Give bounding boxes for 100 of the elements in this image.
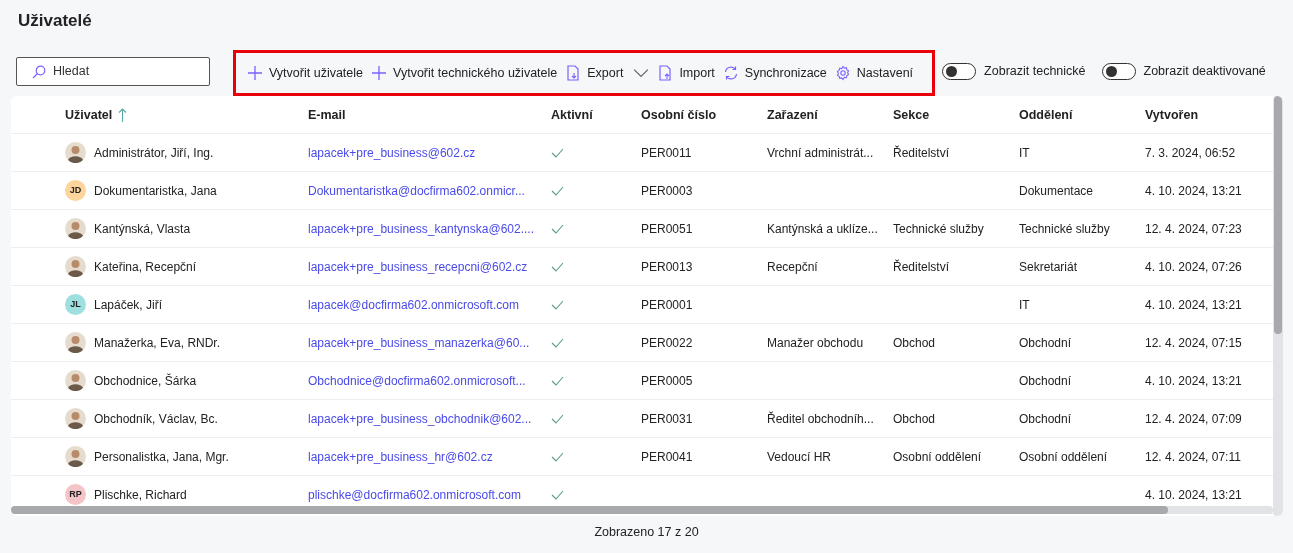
table-cell-text: Ředitelství (893, 145, 951, 160)
gear-icon (834, 65, 851, 81)
avatar-initials: JL (65, 294, 86, 315)
table-cell-text: 12. 4. 2024, 07:23 (1145, 221, 1243, 236)
table-cell-text: 4. 10. 2024, 13:21 (1145, 487, 1243, 502)
toggle-label: Zobrazit technické (984, 64, 1086, 78)
table-cell-text: PER0013 (641, 259, 694, 274)
table-cell-text: PER0031 (641, 411, 694, 426)
email-link[interactable]: lapacek+pre_business_hr@602.cz (308, 449, 551, 464)
avatar-icon (65, 218, 86, 239)
avatar-icon (65, 256, 86, 277)
column-header[interactable]: Oddělení (1019, 107, 1073, 122)
toolbar-button[interactable]: Nastavení (831, 65, 917, 81)
email-link[interactable]: lapacek@docfirma602.onmicrosoft.com (308, 297, 551, 312)
document-download-icon (565, 65, 582, 81)
avatar-icon (65, 332, 86, 353)
column-header[interactable]: Uživatel (65, 107, 113, 122)
user-name: Personalistka, Jana, Mgr. (94, 449, 230, 464)
toolbar-button[interactable]: Import (654, 65, 718, 81)
column-header[interactable]: Aktivní (551, 107, 593, 122)
toolbar-button[interactable]: Vytvořit uživatele (244, 65, 367, 81)
table-cell-text: Obchodní (1019, 411, 1073, 426)
table-cell-text: 4. 10. 2024, 07:26 (1145, 259, 1243, 274)
column-header[interactable]: Sekce (893, 107, 930, 122)
table-cell-text: Technické služby (1019, 221, 1111, 236)
email-link[interactable]: Obchodnice@docfirma602.onmicrosoft... (308, 373, 551, 388)
table-cell-text: Obchodní (1019, 373, 1073, 388)
avatar-icon (65, 408, 86, 429)
table-cell-text: Obchod (893, 411, 937, 426)
vertical-scrollbar[interactable] (1273, 96, 1283, 516)
table-cell-text: Ředitelství (893, 259, 951, 274)
search-icon (32, 64, 46, 79)
table-cell-text: 7. 3. 2024, 06:52 (1145, 145, 1237, 160)
table-cell-text: PER0041 (641, 449, 694, 464)
toggle-label: Zobrazit deaktivované (1143, 64, 1266, 78)
toolbar-button[interactable]: Export (562, 65, 653, 81)
table-cell-text: Obchod (893, 335, 937, 350)
document-upload-icon (657, 65, 674, 81)
table-cell-text: PER0003 (641, 183, 694, 198)
table-cell-text: PER0005 (641, 373, 694, 388)
user-name: Kateřina, Recepční (94, 259, 198, 274)
table-cell-text: Obchodní (1019, 335, 1073, 350)
table-cell-text: Osobní oddělení (1019, 449, 1109, 464)
user-name: Obchodnice, Šárka (94, 373, 198, 388)
plus-icon (247, 65, 263, 81)
table-cell-text: Dokumentace (1019, 183, 1095, 198)
horizontal-scrollbar[interactable] (11, 506, 1273, 514)
avatar-icon (65, 142, 86, 163)
table-cell-text: PER0051 (641, 221, 694, 236)
table-cell-text: Recepční (767, 259, 819, 274)
table-cell-text: PER0022 (641, 335, 694, 350)
avatar-icon (65, 446, 86, 467)
table-cell-text: Vrchní administrát... (767, 145, 875, 160)
column-header[interactable]: E-mail (308, 107, 346, 122)
table-cell-text: Technické služby (893, 221, 985, 236)
email-link[interactable]: lapacek+pre_business_recepcni@602.cz (308, 259, 551, 274)
column-header[interactable]: Vytvořen (1145, 107, 1199, 122)
plus-icon (371, 65, 388, 81)
user-name: Lapáček, Jiří (94, 297, 164, 312)
column-header[interactable]: Zařazení (767, 107, 818, 122)
table-cell-text: Osobní oddělení (893, 449, 983, 464)
table-cell-text: Manažer obchodu (767, 335, 865, 350)
user-name: Plischke, Richard (94, 487, 188, 502)
sync-icon (722, 65, 739, 81)
avatar-initials: RP (65, 484, 86, 505)
table-cell-text: 12. 4. 2024, 07:11 (1145, 449, 1242, 464)
table-cell-text: PER0011 (641, 145, 693, 160)
page-title: Uživatelé (17, 10, 93, 32)
user-name: Manažerka, Eva, RNDr. (94, 335, 222, 350)
table-cell-text: Kantýnská a uklíze... (767, 221, 879, 236)
table-cell-text: Sekretariát (1019, 259, 1079, 274)
table-cell-text: 12. 4. 2024, 07:09 (1145, 411, 1243, 426)
table-cell-text: Ředitel obchodníh... (767, 411, 875, 426)
toolbar-button[interactable]: Vytvořit technického uživatele (368, 65, 561, 81)
user-name: Dokumentaristka, Jana (94, 183, 218, 198)
table-cell-text: PER0001 (641, 297, 694, 312)
toggle-switch[interactable] (1101, 62, 1136, 80)
email-link[interactable]: Dokumentaristka@docfirma602.onmicr... (308, 183, 551, 198)
table-cell-text: 4. 10. 2024, 13:21 (1145, 183, 1243, 198)
avatar-icon (65, 370, 86, 391)
column-header[interactable]: Osobní číslo (641, 107, 716, 122)
email-link[interactable]: lapacek+pre_business_manazerka@60... (308, 335, 551, 350)
table-cell-text: IT (1019, 297, 1031, 312)
record-count: Zobrazeno 17 z 20 (593, 525, 700, 539)
table-cell-text: Vedoucí HR (767, 449, 833, 464)
table-cell-text: 12. 4. 2024, 07:15 (1145, 335, 1243, 350)
toggle-switch[interactable] (942, 62, 977, 80)
table-cell-text: 4. 10. 2024, 13:21 (1145, 297, 1243, 312)
toolbar-button[interactable]: Synchronizace (719, 65, 830, 81)
table-cell-text: IT (1019, 145, 1031, 160)
email-link[interactable]: lapacek+pre_business_obchodnik@602... (308, 411, 551, 426)
email-link[interactable]: lapacek+pre_business_kantynska@602.... (308, 221, 551, 236)
user-name: Obchodník, Václav, Bc. (94, 411, 219, 426)
search-field[interactable]: Hledat (16, 56, 210, 86)
email-link[interactable]: lapacek+pre_business@602.cz (308, 145, 551, 160)
table-cell-text: 4. 10. 2024, 13:21 (1145, 373, 1243, 388)
user-name: Kantýnská, Vlasta (94, 221, 192, 236)
avatar-initials: JD (65, 180, 86, 201)
user-name: Administrátor, Jiří, Ing. (94, 145, 215, 160)
email-link[interactable]: plischke@docfirma602.onmicrosoft.com (308, 487, 551, 502)
